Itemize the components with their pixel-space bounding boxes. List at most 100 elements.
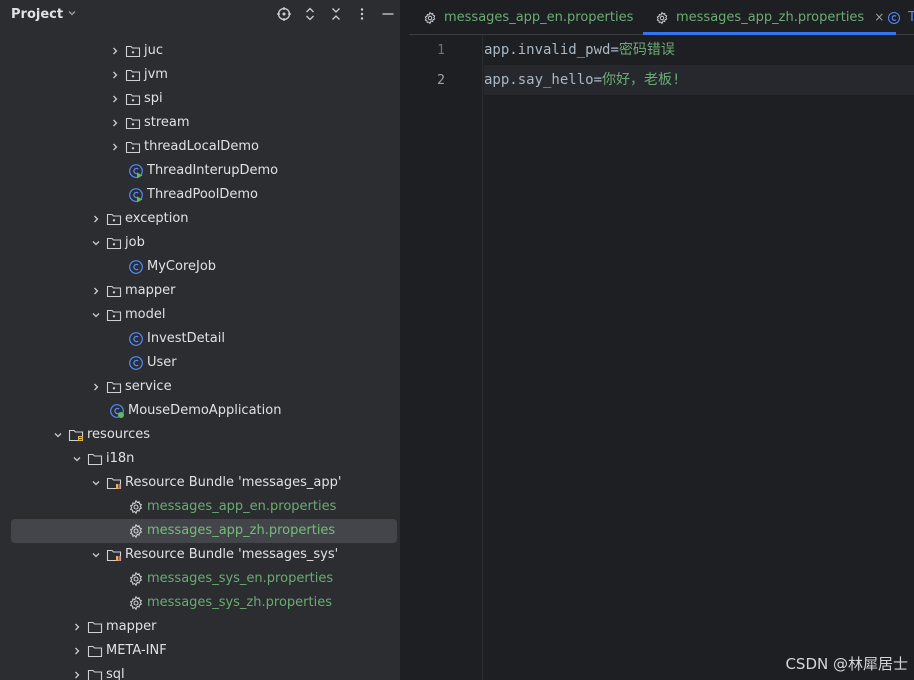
package-icon <box>125 43 141 59</box>
tree-row[interactable]: model <box>0 303 400 327</box>
tree-row[interactable]: ThreadInterupDemo <box>0 159 400 183</box>
project-panel: Project juc jvm spi stream threadLocalDemo Th… <box>0 0 400 680</box>
chevron-right-icon[interactable] <box>71 663 83 680</box>
tree-item-label: messages_sys_zh.properties <box>147 595 332 610</box>
tree-row[interactable]: jvm <box>0 63 400 87</box>
code-line[interactable]: app.say_hello=你好，老板! <box>484 65 914 95</box>
line-number: 2 <box>437 73 445 88</box>
expand-collapse-icon[interactable] <box>302 6 318 22</box>
chevron-right-icon[interactable] <box>109 63 121 87</box>
locate-icon[interactable] <box>276 6 292 22</box>
chevron-right-icon[interactable] <box>109 39 121 63</box>
chevron-down-icon[interactable] <box>90 303 102 327</box>
chevron-down-icon <box>67 8 77 21</box>
tree-row[interactable]: META-INF <box>0 639 400 663</box>
chevron-right-icon[interactable] <box>71 639 83 663</box>
chevron-down-icon[interactable] <box>52 423 64 447</box>
tree-item-label: ThreadPoolDemo <box>147 187 258 202</box>
chevron-down-icon[interactable] <box>90 543 102 567</box>
tree-row[interactable]: User <box>0 351 400 375</box>
editor-tab[interactable]: messages_app_zh.properties × <box>643 0 897 35</box>
tree-row[interactable]: messages_sys_zh.properties <box>0 591 400 615</box>
chevron-right-icon[interactable] <box>90 279 102 303</box>
gear-icon <box>128 595 144 611</box>
tree-item-label: InvestDetail <box>147 331 225 346</box>
folder-icon <box>87 667 103 680</box>
project-panel-header: Project <box>0 0 400 30</box>
chevron-right-icon[interactable] <box>109 87 121 111</box>
code-line[interactable]: app.invalid_pwd=密码错误 <box>484 35 914 65</box>
tree-item-label: job <box>125 235 145 250</box>
package-icon <box>106 211 122 227</box>
tree-item-label: META-INF <box>106 643 167 658</box>
project-view-selector[interactable]: Project <box>11 7 77 22</box>
tree-row[interactable]: mapper <box>0 615 400 639</box>
tree-row[interactable]: Resource Bundle 'messages_sys' <box>0 543 400 567</box>
chevron-down-icon[interactable] <box>71 447 83 471</box>
tree-row[interactable]: threadLocalDemo <box>0 135 400 159</box>
package-icon <box>106 307 122 323</box>
tree-item-label: jvm <box>144 67 168 82</box>
package-icon <box>106 235 122 251</box>
resource-bundle-icon <box>106 475 122 491</box>
tree-item-label: i18n <box>106 451 135 466</box>
chevron-down-icon[interactable] <box>90 471 102 495</box>
chevron-down-icon[interactable] <box>90 231 102 255</box>
tab-label: T <box>908 9 914 25</box>
gear-icon <box>423 10 437 25</box>
tree-row[interactable]: Resource Bundle 'messages_app' <box>0 471 400 495</box>
chevron-right-icon[interactable] <box>109 111 121 135</box>
tree-row[interactable]: service <box>0 375 400 399</box>
tree-item-label: ThreadInterupDemo <box>147 163 279 178</box>
chevron-right-icon[interactable] <box>90 207 102 231</box>
tree-row[interactable]: messages_app_en.properties <box>0 495 400 519</box>
package-icon <box>125 115 141 131</box>
tree-item-label: juc <box>144 43 163 58</box>
line-number: 1 <box>437 43 445 58</box>
line-number-gutter <box>409 35 483 680</box>
gear-icon <box>655 10 669 25</box>
tree-row[interactable]: exception <box>0 207 400 231</box>
tree-row[interactable]: sql <box>0 663 400 680</box>
tree-item-label: resources <box>87 427 151 442</box>
tree-row[interactable]: MyCoreJob <box>0 255 400 279</box>
editor-tab[interactable]: T <box>887 0 914 34</box>
tree-item-label: messages_app_zh.properties <box>147 523 336 538</box>
class-icon <box>887 10 901 25</box>
editor-area: messages_app_en.properties messages_app_z… <box>409 0 914 680</box>
chevron-right-icon[interactable] <box>109 135 121 159</box>
package-icon <box>125 91 141 107</box>
tree-row[interactable]: InvestDetail <box>0 327 400 351</box>
property-value: 密码错误 <box>618 42 675 58</box>
tree-row[interactable]: stream <box>0 111 400 135</box>
tree-item-label: spi <box>144 91 163 106</box>
tree-row[interactable]: messages_app_zh.properties <box>0 519 400 543</box>
tree-row[interactable]: messages_sys_en.properties <box>0 567 400 591</box>
tree-row[interactable]: i18n <box>0 447 400 471</box>
folder-icon <box>87 451 103 467</box>
tab-label: messages_app_en.properties <box>444 9 634 25</box>
tree-row[interactable]: juc <box>0 39 400 63</box>
runnable-class-icon <box>128 163 144 179</box>
tree-item-label: stream <box>144 115 190 130</box>
chevron-right-icon[interactable] <box>90 375 102 399</box>
collapse-all-icon[interactable] <box>328 6 344 22</box>
tree-item-label: Resource Bundle 'messages_app' <box>125 475 342 490</box>
editor-tab[interactable]: messages_app_en.properties <box>423 0 633 34</box>
tree-row[interactable]: job <box>0 231 400 255</box>
close-icon[interactable]: × <box>874 10 884 24</box>
tree-row[interactable]: ThreadPoolDemo <box>0 183 400 207</box>
tree-row[interactable]: MouseDemoApplication <box>0 399 400 423</box>
tree-row[interactable]: resources <box>0 423 400 447</box>
minimize-icon[interactable] <box>380 6 396 22</box>
chevron-right-icon[interactable] <box>71 615 83 639</box>
tree-item-label: service <box>125 379 172 394</box>
tree-row[interactable]: mapper <box>0 279 400 303</box>
more-vert-icon[interactable] <box>354 6 370 22</box>
resources-folder-icon <box>68 427 84 443</box>
tree-item-label: messages_sys_en.properties <box>147 571 334 586</box>
tree-row[interactable]: spi <box>0 87 400 111</box>
package-icon <box>106 283 122 299</box>
tree-item-label: User <box>147 355 177 370</box>
class-icon <box>128 355 144 371</box>
